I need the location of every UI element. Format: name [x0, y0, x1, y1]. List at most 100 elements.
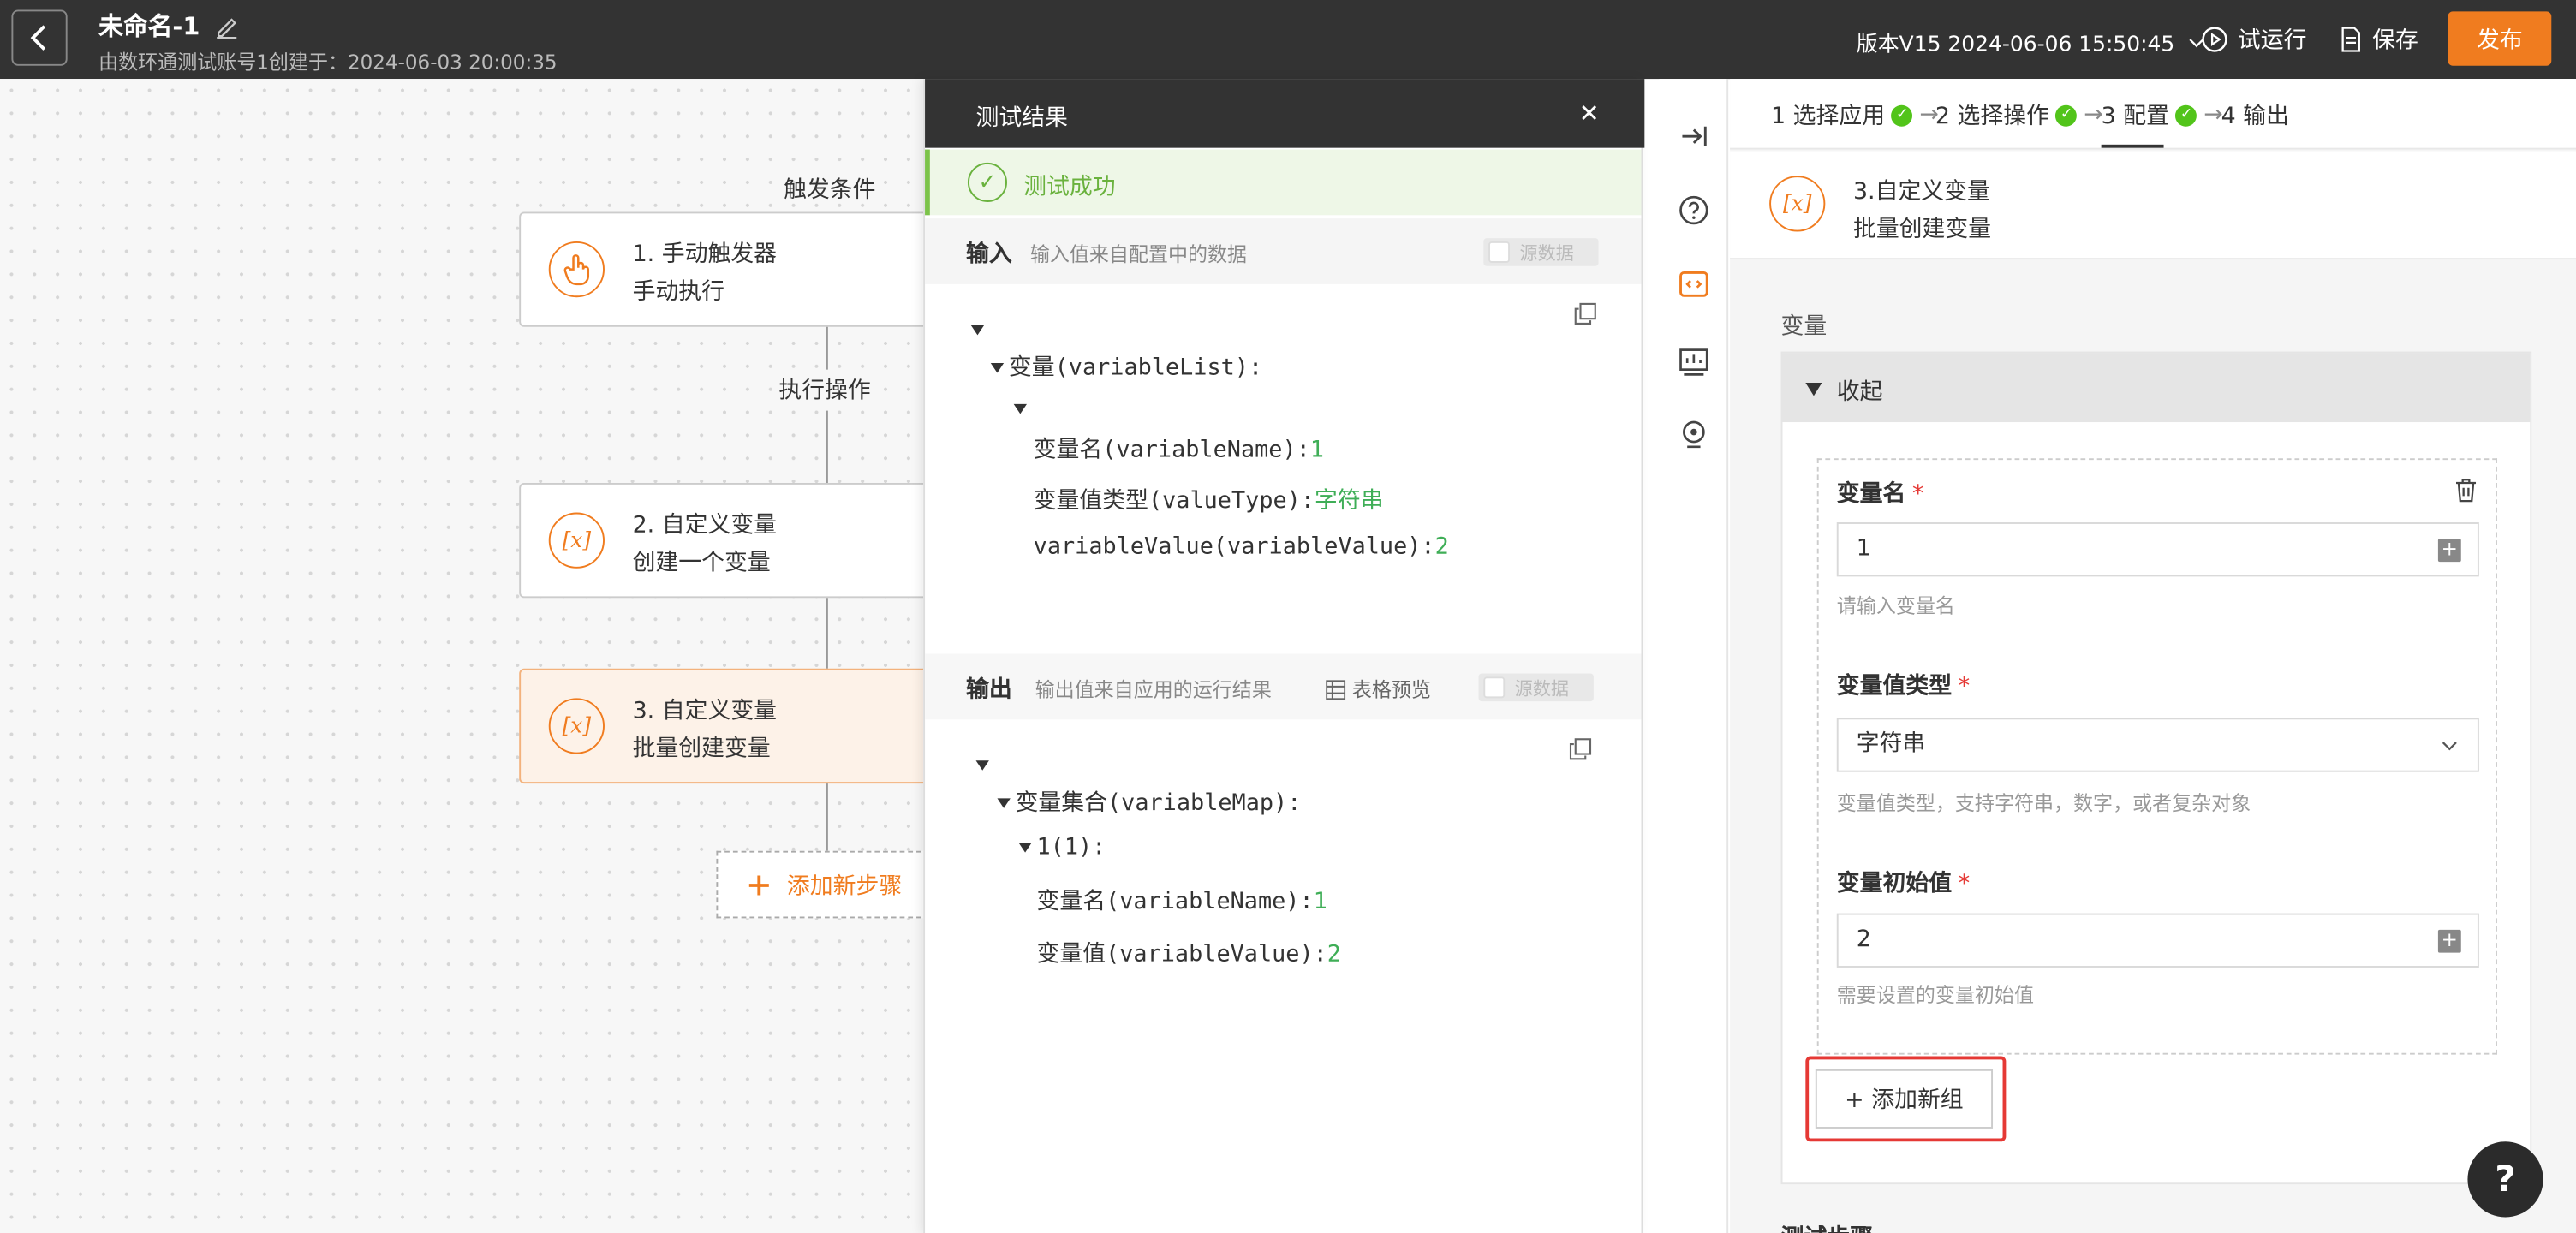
- collapse-right-icon[interactable]: [1678, 120, 1710, 152]
- label-text: 变量初始值: [1836, 870, 1953, 897]
- version-select[interactable]: 版本V15 2024-06-06 15:50:45: [1857, 27, 2204, 57]
- result-title: 测试结果: [975, 104, 1068, 132]
- expand-triangle-icon[interactable]: [970, 325, 985, 336]
- node-title: 2. 自定义变量: [632, 512, 778, 539]
- insert-plus-icon[interactable]: +: [2437, 538, 2461, 563]
- init-field-label: 变量初始值 *: [1837, 866, 1970, 898]
- input-value: 1: [1856, 535, 1871, 563]
- expand-triangle-icon[interactable]: [1018, 843, 1032, 853]
- tree-value: 1: [1309, 437, 1324, 463]
- output-title: 输出: [966, 676, 1012, 704]
- monitor-chart-icon[interactable]: [1678, 345, 1710, 378]
- chevron-down-icon: [2442, 742, 2457, 751]
- app-subtitle: 由数环通测试账号1创建于：2024-06-03 20:00:35: [98, 51, 558, 74]
- expand-triangle-icon[interactable]: [997, 798, 1011, 808]
- node-title: 3. 自定义变量: [632, 698, 778, 725]
- label-text: 变量值类型: [1836, 673, 1953, 700]
- back-button[interactable]: [11, 9, 68, 66]
- check-icon: ✓: [1891, 104, 1913, 126]
- node-title: 1. 手动触发器: [632, 241, 778, 268]
- active-step-indicator: [2101, 144, 2164, 148]
- version-label: 版本V15 2024-06-06 15:50:45: [1856, 33, 2175, 58]
- table-icon: [1326, 679, 1346, 700]
- top-bar: 未命名-1 由数环通测试账号1创建于：2024-06-03 20:00:35 版…: [0, 0, 2576, 80]
- edit-icon[interactable]: [213, 13, 240, 39]
- required-mark: *: [1958, 870, 1971, 897]
- variable-name-input[interactable]: 1 +: [1836, 522, 2479, 577]
- tree-value: 字符串: [1315, 487, 1384, 515]
- trial-run-label: 试运行: [2237, 27, 2307, 55]
- arrow-right-icon: →: [2084, 101, 2103, 128]
- step-select-app[interactable]: 1 选择应用 ✓ →: [1771, 98, 1939, 131]
- node-subtitle: 手动执行: [632, 279, 725, 306]
- hand-pointer-icon: [548, 241, 605, 298]
- flow-node-3[interactable]: [x] 3. 自定义变量 批量创建变量: [519, 668, 946, 784]
- trial-run-button[interactable]: 试运行: [2202, 23, 2307, 56]
- collapse-label: 收起: [1836, 379, 1883, 406]
- variable-icon: [x]: [1769, 176, 1826, 232]
- type-field-label: 变量值类型 *: [1837, 669, 1970, 701]
- code-panel-icon[interactable]: [1678, 268, 1710, 301]
- collapse-toggle[interactable]: 收起: [1782, 353, 2531, 423]
- step-select-action[interactable]: 2 选择操作 ✓ →: [1935, 98, 2103, 131]
- flow-node-1[interactable]: 1. 手动触发器 手动执行: [519, 211, 946, 327]
- location-pin-icon[interactable]: [1678, 419, 1710, 451]
- expand-triangle-icon[interactable]: [990, 362, 1005, 373]
- test-result-panel: 测试结果 ✕ ✓ 测试成功 输入 输入值来自配置中的数据 源数据 变量(vari…: [923, 79, 1645, 1233]
- tree-key: variableValue(variableValue):: [1033, 533, 1435, 561]
- check-circle-icon: ✓: [967, 162, 1007, 202]
- variable-section-label: 变量: [1780, 313, 1828, 341]
- next-section-title: 测试步骤: [1781, 1220, 1873, 1233]
- step-output[interactable]: 4 输出: [2221, 98, 2289, 131]
- toggle-knob: [1483, 676, 1506, 699]
- expand-triangle-icon[interactable]: [1013, 403, 1027, 414]
- exec-label: 执行操作: [778, 372, 871, 406]
- variable-group: 变量名 * 1 + 请输入变量名 变量值类型 * 字符串 变量值类型，支持字符串，数…: [1816, 458, 2497, 1055]
- add-group-button[interactable]: + 添加新组: [1815, 1069, 1994, 1129]
- insert-plus-icon[interactable]: +: [2437, 929, 2461, 953]
- document-icon: [2341, 27, 2360, 52]
- label-text: 变量名: [1836, 481, 1906, 508]
- table-preview-button[interactable]: 表格预览: [1326, 675, 1431, 703]
- variable-collapse: 收起 变量名 * 1 + 请输入变量名 变量值类型 * 字符串 变量值类型，支持字符…: [1780, 351, 2532, 1185]
- app-title: 未命名-1: [98, 11, 200, 41]
- config-node-subtitle: 批量创建变量: [1852, 217, 1992, 243]
- value-type-select[interactable]: 字符串: [1836, 718, 2479, 772]
- flow-node-2[interactable]: [x] 2. 自定义变量 创建一个变量: [519, 483, 946, 599]
- step-configure[interactable]: 3 配置 ✓ →: [2102, 98, 2223, 131]
- required-mark: *: [1912, 481, 1924, 508]
- init-hint: 需要设置的变量初始值: [1836, 984, 2035, 1007]
- step-label: 3 配置: [2101, 103, 2169, 130]
- add-step-button[interactable]: 添加新步骤: [716, 850, 946, 919]
- plus-icon: [748, 874, 769, 895]
- flow-canvas[interactable]: 触发条件 1. 手动触发器 手动执行 执行操作 [x] 2. 自定义变量 创建一…: [0, 79, 946, 1233]
- source-data-toggle[interactable]: 源数据: [1483, 238, 1599, 266]
- step-label: 4 输出: [2221, 103, 2290, 130]
- tree-key: 变量集合(variableMap):: [1015, 789, 1302, 817]
- node-subtitle: 创建一个变量: [632, 550, 771, 577]
- toggle-label: 源数据: [1514, 678, 1570, 700]
- config-node-title: 3.自定义变量: [1852, 179, 1990, 206]
- expand-triangle-icon[interactable]: [975, 760, 989, 771]
- tree-value: 1: [1313, 888, 1327, 915]
- select-value: 字符串: [1856, 730, 1926, 758]
- step-tabs: 1 选择应用 ✓ → 2 选择操作 ✓ → 3 配置 ✓ → 4 输出: [1730, 79, 2576, 150]
- output-section-header: 输出 输出值来自应用的运行结果 表格预览 源数据: [925, 653, 1642, 720]
- source-data-toggle[interactable]: 源数据: [1478, 673, 1594, 702]
- save-label: 保存: [2372, 27, 2418, 55]
- help-circle-icon[interactable]: [1678, 194, 1710, 226]
- check-icon: ✓: [2055, 104, 2078, 126]
- close-icon[interactable]: ✕: [1579, 98, 1600, 128]
- save-button[interactable]: 保存: [2340, 23, 2418, 56]
- copy-icon[interactable]: [1569, 737, 1592, 760]
- initial-value-input[interactable]: 2 +: [1836, 913, 2479, 968]
- trash-icon[interactable]: [2453, 476, 2479, 503]
- copy-icon[interactable]: [1574, 302, 1597, 325]
- help-chat-button[interactable]: ?: [2467, 1141, 2543, 1218]
- type-hint: 变量值类型，支持字符串，数字，或者复杂对象: [1836, 791, 2251, 815]
- required-mark: *: [1958, 673, 1971, 700]
- connector-line: [826, 598, 828, 669]
- publish-button[interactable]: 发布: [2448, 11, 2552, 66]
- arrow-right-icon: →: [2203, 101, 2223, 128]
- caret-down-icon: [1805, 382, 1822, 396]
